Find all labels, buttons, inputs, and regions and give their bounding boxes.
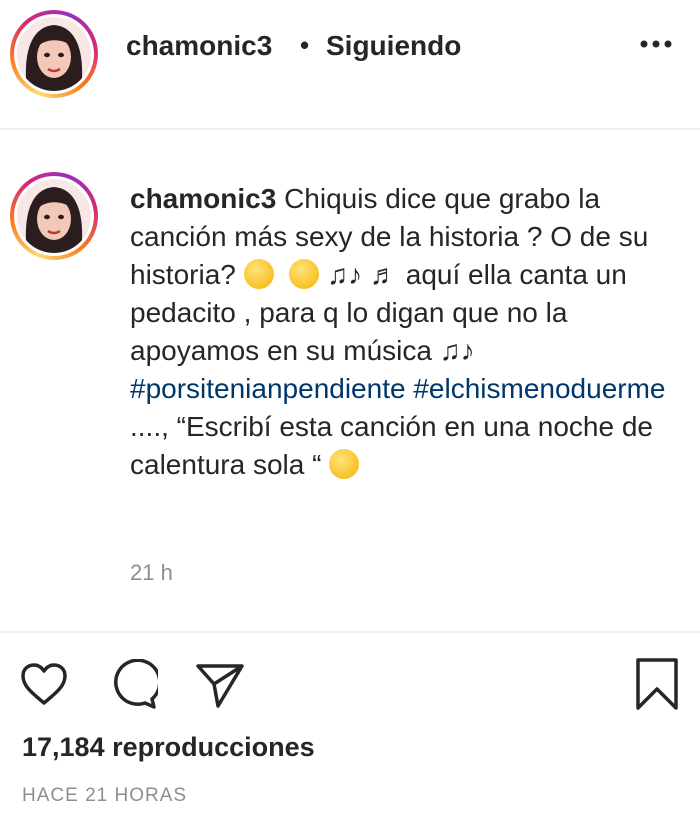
share-icon[interactable] — [194, 660, 246, 710]
post-header: chamonic3 • Siguiendo — [0, 0, 700, 128]
comment-icon[interactable] — [104, 659, 158, 709]
heart-icon[interactable] — [20, 662, 68, 706]
separator-dot: • — [300, 30, 310, 60]
caption-text-3: ...., “Escribí esta canción en una noche… — [130, 411, 653, 480]
grimacing-face-emoji — [289, 259, 320, 289]
woozy-face-emoji — [329, 449, 360, 479]
comment-timestamp[interactable]: 21 h — [130, 560, 173, 586]
thinking-face-emoji — [243, 259, 274, 289]
post-date: HACE 21 HORAS — [22, 785, 188, 806]
bookmark-icon[interactable] — [634, 656, 680, 712]
post-caption: chamonic3 Chiquis dice que grabo la canc… — [130, 180, 670, 484]
actions-divider — [0, 631, 700, 633]
caption-username[interactable]: chamonic3 — [130, 183, 276, 214]
musical-note-emoji: ♬ — [369, 259, 398, 290]
more-horizontal-icon[interactable] — [638, 38, 674, 50]
musical-notes-emoji-2: ♫♪ — [439, 335, 475, 366]
follow-status-button[interactable]: Siguiendo — [326, 30, 461, 62]
views-count[interactable]: 17,184 reproducciones — [22, 732, 315, 763]
header-divider — [0, 128, 700, 130]
caption-avatar[interactable] — [10, 172, 98, 260]
hashtag-link-1[interactable]: #porsitenianpendiente — [130, 373, 406, 404]
header-username[interactable]: chamonic3 — [126, 30, 272, 62]
musical-notes-emoji: ♫♪ — [327, 259, 363, 290]
avatar[interactable] — [10, 10, 98, 98]
hashtag-link-2[interactable]: #elchismenoduerme — [413, 373, 665, 404]
